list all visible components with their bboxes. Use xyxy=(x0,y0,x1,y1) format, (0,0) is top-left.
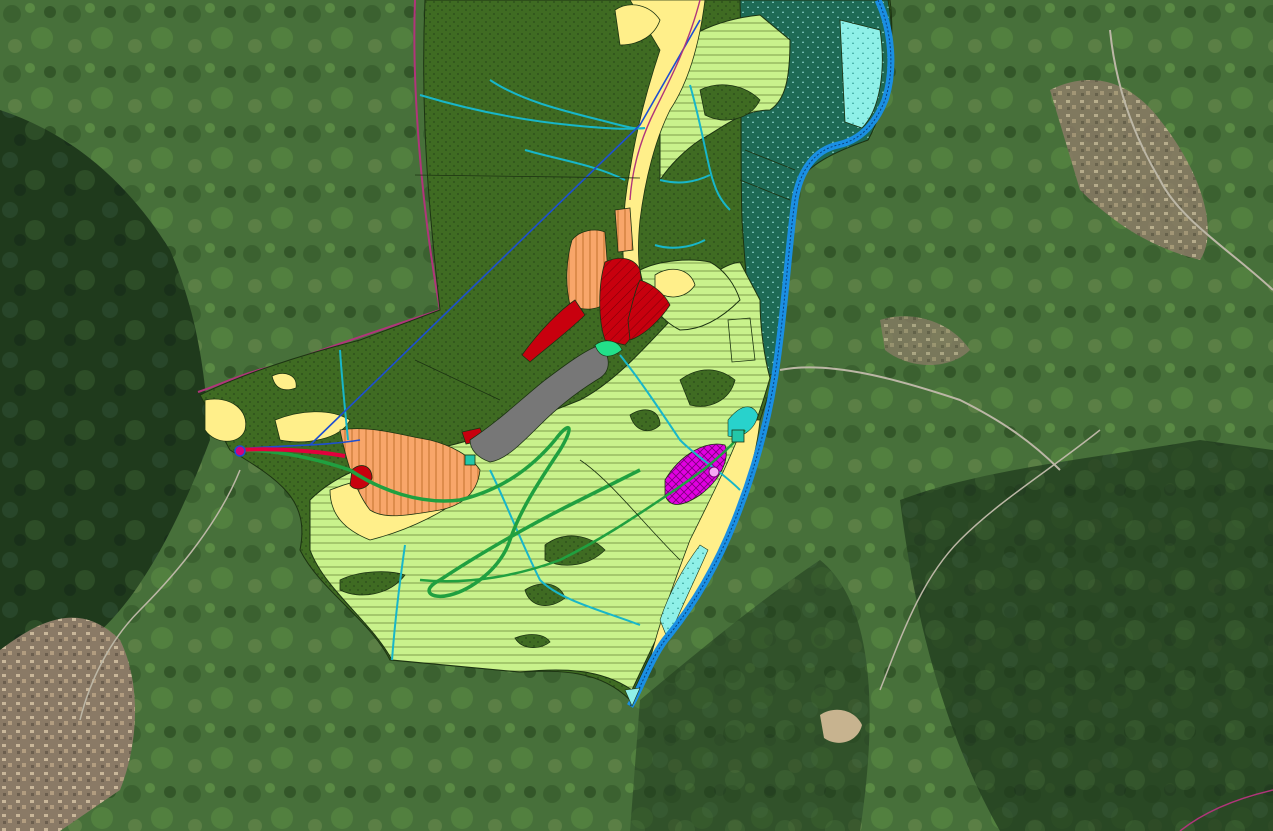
map-marker-teal-2[interactable] xyxy=(731,429,745,443)
map-marker-special[interactable] xyxy=(708,466,720,478)
map-marker-west[interactable] xyxy=(234,445,246,457)
zoning-map[interactable] xyxy=(0,0,1273,831)
zone-agricultural-east-strip[interactable] xyxy=(727,317,756,363)
map-marker-teal[interactable] xyxy=(464,454,476,466)
map-canvas[interactable] xyxy=(0,0,1273,831)
zone-residential-small[interactable] xyxy=(614,207,634,253)
